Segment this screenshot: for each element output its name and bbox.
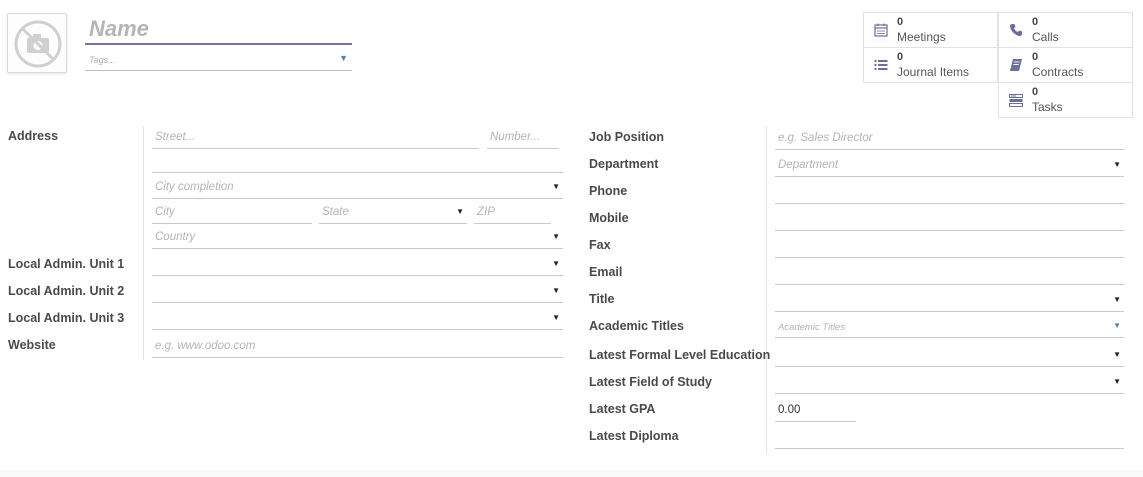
chevron-down-icon[interactable]: ▼ [339,53,348,63]
chevron-down-icon: ▼ [1113,160,1121,169]
calendar-icon [874,23,888,37]
latest-field-of-study-label: Latest Field of Study [589,375,712,389]
no-photo-icon [14,20,62,68]
address-label: Address [8,129,59,143]
street-input[interactable]: Street... [152,127,479,149]
left-column-separator [143,126,144,360]
contracts-button[interactable]: 0 Contracts [998,47,1133,83]
right-column-separator [766,126,767,454]
journal-items-button[interactable]: 0 Journal Items [863,47,998,83]
local-admin-unit-3-select[interactable]: ▼ [152,308,563,330]
chevron-down-icon: ▼ [1113,321,1121,330]
contracts-label: Contracts [1032,65,1084,79]
chevron-down-icon: ▼ [552,286,560,295]
list-icon [874,60,888,70]
chevron-down-icon: ▼ [1113,295,1121,304]
country-select[interactable]: Country ▼ [152,227,563,249]
form-sheet-bottom [0,470,1143,477]
city-completion-select[interactable]: City completion ▼ [152,177,563,199]
chevron-down-icon: ▼ [1113,350,1121,359]
latest-gpa-input[interactable]: 0.00 [775,400,856,422]
local-admin-unit-2-label: Local Admin. Unit 2 [8,284,125,298]
chevron-down-icon: ▼ [552,259,560,268]
local-admin-unit-2-select[interactable]: ▼ [152,281,563,303]
latest-diploma-input[interactable] [775,427,1124,449]
department-label: Department [589,157,659,171]
meetings-label: Meetings [897,30,946,44]
street2-input[interactable] [152,151,563,173]
chevron-down-icon: ▼ [552,232,560,241]
name-input[interactable] [85,14,352,45]
phone-input[interactable] [775,182,1124,204]
local-admin-unit-1-select[interactable]: ▼ [152,254,563,276]
calls-count: 0 [1032,16,1039,28]
latest-education-select[interactable]: ▼ [775,345,1124,367]
journal-items-label: Journal Items [897,65,970,79]
chevron-down-icon: ▼ [456,207,464,216]
website-label: Website [8,338,56,352]
tags-placeholder: Tags... [89,55,116,65]
phone-icon [1010,24,1022,36]
meetings-button[interactable]: 0 Meetings [863,12,998,48]
academic-titles-label: Academic Titles [589,319,684,333]
journal-items-count: 0 [897,51,904,63]
department-select[interactable]: Department ▼ [775,155,1124,177]
meetings-count: 0 [897,16,904,28]
website-input[interactable]: e.g. www.odoo.com [152,336,563,358]
local-admin-unit-3-label: Local Admin. Unit 3 [8,311,125,325]
state-select[interactable]: State ▼ [319,202,467,224]
fax-label: Fax [589,238,611,252]
local-admin-unit-1-label: Local Admin. Unit 1 [8,257,125,271]
calls-button[interactable]: 0 Calls [998,12,1133,48]
title-label: Title [589,292,615,306]
chevron-down-icon: ▼ [552,182,560,191]
job-position-input[interactable]: e.g. Sales Director [775,128,1124,150]
phone-label: Phone [589,184,628,198]
street-number-input[interactable]: Number... [487,127,559,149]
latest-diploma-label: Latest Diploma [589,429,679,443]
latest-field-of-study-select[interactable]: ▼ [775,372,1124,394]
mobile-input[interactable] [775,209,1124,231]
chevron-down-icon: ▼ [552,313,560,322]
tasks-button[interactable]: 0 Tasks [998,82,1133,118]
calls-label: Calls [1032,30,1059,44]
email-input[interactable] [775,263,1124,285]
mobile-label: Mobile [589,211,629,225]
academic-titles-tags[interactable]: Academic Titles ▼ [775,316,1124,338]
fax-input[interactable] [775,236,1124,258]
avatar-placeholder[interactable] [7,13,67,73]
latest-gpa-label: Latest GPA [589,402,656,416]
tasks-label: Tasks [1032,100,1063,114]
city-input[interactable]: City [152,202,312,224]
book-icon [1010,59,1022,71]
latest-education-label: Latest Formal Level Education [589,348,771,362]
job-position-label: Job Position [589,130,664,144]
tasks-count: 0 [1032,86,1039,98]
email-label: Email [589,265,623,279]
contracts-count: 0 [1032,51,1039,63]
chevron-down-icon: ▼ [1113,377,1121,386]
title-select[interactable]: ▼ [775,290,1124,312]
zip-input[interactable]: ZIP [474,202,551,224]
tags-field[interactable]: Tags... ▼ [85,50,352,71]
tasks-icon [1009,94,1023,107]
